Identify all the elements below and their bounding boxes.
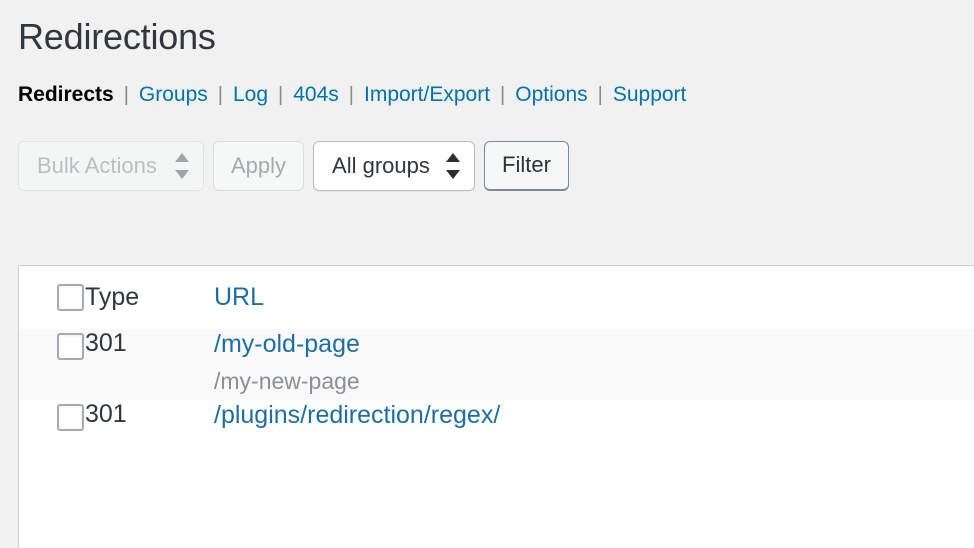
apply-button[interactable]: Apply (213, 140, 305, 191)
nav-link-404s[interactable]: 404s (293, 83, 339, 107)
column-header-url-sort-link[interactable]: URL (214, 283, 264, 312)
nav-item-404s[interactable]: 404s | (293, 83, 364, 107)
redirects-table-container: Type URL 301 /my-old-page /my-new-page 3… (18, 265, 974, 548)
nav-link-support[interactable]: Support (613, 83, 687, 107)
nav-item-import-export[interactable]: Import/Export | (364, 83, 515, 107)
nav-separator: | (278, 83, 284, 106)
row-type-cell: 301 (79, 329, 214, 400)
table-row[interactable]: 301 /my-old-page /my-new-page (19, 329, 974, 400)
redirect-source-url-link[interactable]: /my-old-page (214, 329, 974, 359)
bulk-actions-select[interactable]: Bulk Actions (18, 140, 204, 191)
redirect-target-url: /my-new-page (214, 368, 360, 394)
table-body: 301 /my-old-page /my-new-page 301 /plugi… (19, 329, 974, 431)
header-select-all-cell (19, 266, 84, 329)
row-type-cell: 301 (79, 400, 214, 431)
nav-item-groups[interactable]: Groups | (139, 83, 233, 107)
redirect-type: 301 (85, 329, 127, 357)
nav-link-redirects[interactable]: Redirects (18, 83, 114, 107)
table-toolbar: Bulk Actions Apply All groups Filter (0, 107, 974, 191)
row-url-cell: /my-old-page /my-new-page (214, 329, 974, 400)
nav-item-support[interactable]: Support (613, 83, 687, 107)
nav-separator: | (597, 83, 603, 106)
nav-link-options[interactable]: Options (515, 83, 587, 107)
redirect-source-url-link[interactable]: /plugins/redirection/regex/ (214, 400, 974, 430)
table-row[interactable]: 301 /plugins/redirection/regex/ (19, 399, 974, 431)
nav-item-log[interactable]: Log | (233, 83, 293, 107)
row-url-cell: /plugins/redirection/regex/ (214, 400, 974, 431)
header-type-cell: Type (79, 266, 214, 329)
group-filter-select[interactable]: All groups (313, 140, 476, 191)
column-header-type: Type (85, 283, 140, 311)
nav-separator: | (500, 83, 506, 106)
row-select-cell (19, 400, 84, 431)
group-filter-select-wrapper[interactable]: All groups (313, 140, 476, 191)
nav-separator: | (348, 83, 354, 106)
sub-navigation: Redirects | Groups | Log | 404s | Import… (0, 61, 974, 107)
redirections-page: Redirections Redirects | Groups | Log | … (0, 0, 974, 548)
nav-item-redirects[interactable]: Redirects | (18, 83, 139, 107)
redirects-table: Type URL 301 /my-old-page /my-new-page 3… (19, 266, 974, 431)
header-url-cell[interactable]: URL (214, 266, 974, 329)
nav-item-options[interactable]: Options | (515, 83, 613, 107)
nav-separator: | (217, 83, 223, 106)
nav-link-import-export[interactable]: Import/Export (364, 83, 490, 107)
table-head: Type URL (19, 266, 974, 329)
row-select-cell (19, 329, 84, 400)
nav-link-log[interactable]: Log (233, 83, 268, 107)
bulk-actions-select-wrapper[interactable]: Bulk Actions (18, 140, 204, 191)
nav-link-groups[interactable]: Groups (139, 83, 208, 107)
filter-button[interactable]: Filter (484, 140, 569, 191)
nav-separator: | (123, 83, 129, 106)
page-title: Redirections (18, 16, 216, 57)
redirect-type: 301 (85, 399, 127, 428)
table-header-row: Type URL (19, 266, 974, 329)
